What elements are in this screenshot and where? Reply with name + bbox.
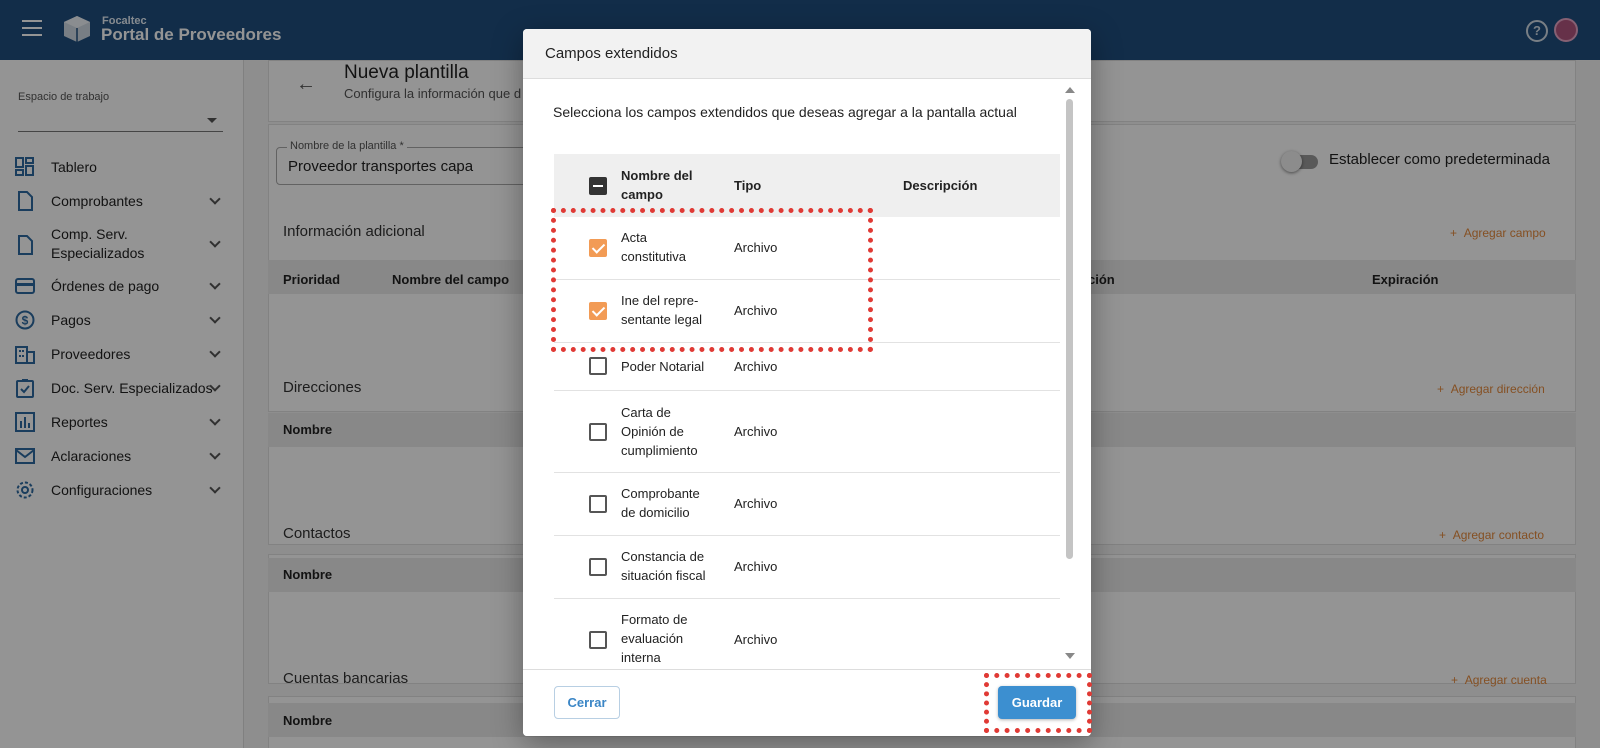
field-row-constancia[interactable]: Constancia de situación fiscal Archivo <box>554 536 1060 599</box>
col-header-type: Tipo <box>734 178 762 193</box>
field-row-comprobante[interactable]: Comprobante de domicilio Archivo <box>554 473 1060 536</box>
row-checkbox[interactable] <box>589 631 607 649</box>
row-checkbox[interactable] <box>589 558 607 576</box>
dialog-description: Selecciona los campos extendidos que des… <box>553 104 1017 120</box>
field-type: Archivo <box>734 559 778 574</box>
field-type: Archivo <box>734 359 778 374</box>
dialog-header: Campos extendidos <box>523 29 1091 79</box>
row-checkbox[interactable] <box>589 495 607 513</box>
highlight-save-button <box>984 673 1092 733</box>
col-header-name: Nombre del campo <box>621 168 693 202</box>
field-name: Poder Notarial <box>621 359 705 374</box>
select-all-checkbox[interactable] <box>589 177 607 195</box>
dialog-title: Campos extendidos <box>545 45 678 62</box>
row-checkbox[interactable] <box>589 423 607 441</box>
highlight-selected-rows <box>551 208 873 352</box>
scroll-down-arrow-icon[interactable] <box>1065 653 1075 659</box>
extended-fields-dialog: Campos extendidos Selecciona los campos … <box>523 29 1091 736</box>
scrollbar-thumb[interactable] <box>1066 99 1073 559</box>
field-type: Archivo <box>734 496 778 511</box>
col-header-description: Descripción <box>903 178 978 193</box>
dialog-scrollbar[interactable] <box>1065 87 1075 659</box>
field-name: Comprobante de domicilio <box>621 486 700 520</box>
field-type: Archivo <box>734 424 778 439</box>
field-name: Constancia de situación fiscal <box>621 549 706 583</box>
field-row-carta[interactable]: Carta de Opinión de cumplimiento Archivo <box>554 391 1060 473</box>
field-type: Archivo <box>734 632 778 647</box>
row-checkbox[interactable] <box>589 357 607 375</box>
field-name: Carta de Opinión de cumplimiento <box>621 405 698 458</box>
scroll-up-arrow-icon[interactable] <box>1065 87 1075 93</box>
close-button[interactable]: Cerrar <box>554 686 620 719</box>
field-name: Formato de evaluación interna <box>621 612 688 665</box>
